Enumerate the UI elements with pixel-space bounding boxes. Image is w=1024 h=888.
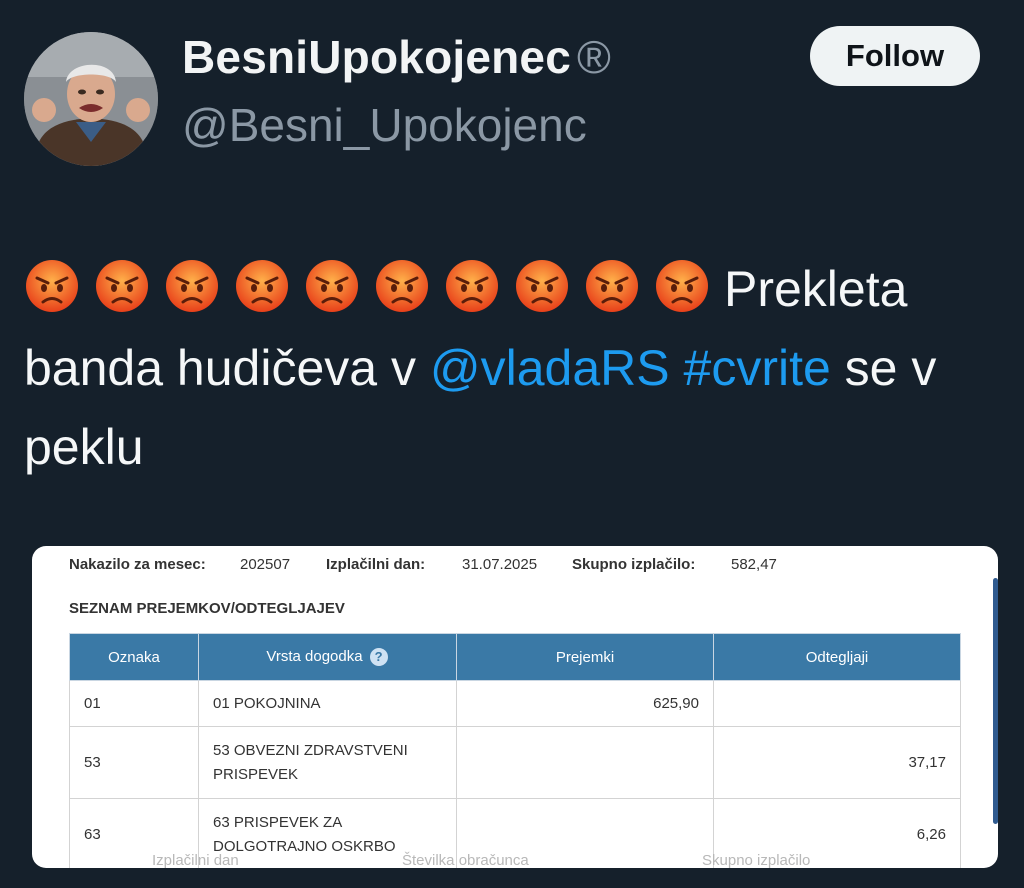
- avatar-image: [24, 32, 158, 166]
- col-header-deduction: Odtegljaji: [713, 633, 961, 681]
- col-header-code: Oznaka: [69, 633, 199, 681]
- footer-label: Skupno izplačilo: [702, 852, 811, 868]
- pouting-face-icon: [444, 258, 500, 314]
- image-scrollbar[interactable]: [993, 578, 998, 824]
- total-label: Skupno izplačilo:: [572, 556, 696, 573]
- cell-type-line: PRISPEVEK: [213, 765, 299, 783]
- table-header-row: Oznaka Vrsta dogodka? Prejemki Odtegljaj…: [69, 633, 961, 681]
- payday-value: 31.07.2025: [462, 556, 538, 573]
- pouting-face-icon: [234, 258, 290, 314]
- col-header-type-label: Vrsta dogodka: [266, 647, 363, 665]
- pouting-face-icon: [24, 258, 80, 314]
- footer-label: Izplačilni dan: [152, 852, 239, 868]
- cell-deduction: [713, 680, 961, 727]
- hashtag-link[interactable]: #cvrite: [684, 340, 831, 396]
- display-name[interactable]: BesniUpokojenec ®: [182, 30, 611, 84]
- cell-code: 01: [69, 680, 199, 727]
- cell-type-line: 63 PRISPEVEK ZA: [213, 813, 343, 831]
- registered-icon: ®: [577, 31, 612, 83]
- col-header-income: Prejemki: [456, 633, 714, 681]
- attached-image[interactable]: Nakazilo za mesec: 202507 Izplačilni dan: 3…: [32, 546, 998, 868]
- pouting-face-icon: [514, 258, 570, 314]
- col-header-type: Vrsta dogodka?: [198, 633, 457, 681]
- payment-meta: Nakazilo za mesec: 202507 Izplačilni dan: 3…: [69, 556, 777, 573]
- help-icon[interactable]: ?: [368, 647, 389, 667]
- cell-code: 53: [69, 726, 199, 799]
- pouting-face-icon: [374, 258, 430, 314]
- cell-type: 01 POKOJNINA: [198, 680, 457, 727]
- table-row: 01 01 POKOJNINA 625,90: [69, 680, 961, 727]
- pouting-face-icon: [164, 258, 220, 314]
- month-value: 202507: [240, 556, 291, 573]
- cell-income: [456, 726, 714, 799]
- display-name-text: BesniUpokojenec: [182, 31, 571, 83]
- total-value: 582,47: [731, 556, 777, 573]
- table-row: 53 53 OBVEZNI ZDRAVSTVENI PRISPEVEK 37,17: [69, 726, 961, 799]
- pouting-face-icon: [584, 258, 640, 314]
- section-title: SEZNAM PREJEMKOV/ODTEGLJAJEV: [69, 600, 345, 617]
- month-label: Nakazilo za mesec:: [69, 556, 206, 573]
- table-footer-partial: Izplačilni dan Številka obračunca Skupno i…: [152, 852, 810, 868]
- emoji-row: [24, 258, 724, 317]
- follow-button[interactable]: Follow: [810, 26, 980, 86]
- mention-link[interactable]: @vladaRS: [430, 340, 670, 396]
- tweet-text: Prekleta banda hudičeva v @vladaRS #cvri…: [24, 250, 999, 487]
- cell-type-line: 01 POKOJNINA: [213, 694, 321, 712]
- deductions-table: Oznaka Vrsta dogodka? Prejemki Odtegljaj…: [69, 633, 961, 868]
- cell-type: 53 OBVEZNI ZDRAVSTVENI PRISPEVEK: [198, 726, 457, 799]
- pouting-face-icon: [654, 258, 710, 314]
- footer-label: Številka obračunca: [402, 852, 529, 868]
- payday-label: Izplačilni dan:: [326, 556, 426, 573]
- user-handle[interactable]: @Besni_Upokojenc: [182, 98, 587, 152]
- pouting-face-icon: [94, 258, 150, 314]
- cell-type-line: 53 OBVEZNI ZDRAVSTVENI: [213, 741, 408, 759]
- cell-deduction: 37,17: [713, 726, 961, 799]
- pouting-face-icon: [304, 258, 360, 314]
- avatar[interactable]: [24, 32, 158, 166]
- cell-income: 625,90: [456, 680, 714, 727]
